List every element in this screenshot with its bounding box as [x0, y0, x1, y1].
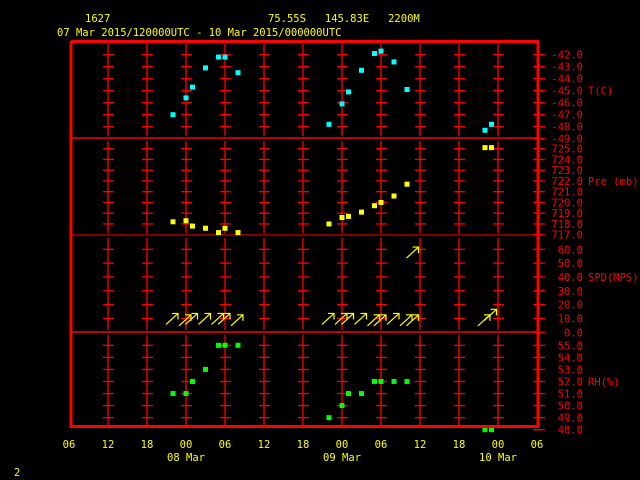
y-tick-label: 54.0: [558, 352, 583, 364]
temperature-point: [346, 89, 351, 95]
relative-humidity-point: [372, 378, 377, 384]
station-id: 1627: [85, 13, 110, 25]
y-tick-label: 55.0: [558, 340, 583, 352]
pressure-point: [482, 145, 488, 151]
temperature-point: [391, 59, 397, 65]
date-label: 08 Mar: [167, 452, 205, 464]
temperature-point: [372, 51, 377, 56]
temperature-point: [190, 84, 195, 90]
y-tick-label: 49.0: [558, 413, 583, 425]
y-tick-label: -46.0: [551, 98, 583, 110]
pressure-point: [326, 221, 332, 227]
pressure-point: [235, 230, 241, 236]
background: [0, 0, 640, 480]
relative-humidity-point: [378, 378, 384, 384]
y-tick-label: 0.0: [564, 327, 583, 339]
y-tick-label: 60.0: [558, 244, 583, 256]
temperature-point: [482, 127, 488, 133]
temperature-point: [170, 112, 176, 118]
pressure-point: [190, 223, 195, 229]
x-tick-label: 06: [219, 439, 232, 451]
relative-humidity-point: [170, 391, 176, 397]
y-tick-label: 20.0: [558, 300, 583, 312]
y-tick-label: 50.0: [558, 401, 583, 413]
relative-humidity-point: [339, 403, 345, 409]
x-tick-label: 12: [414, 439, 427, 451]
y-tick-label: -47.0: [551, 110, 583, 122]
date-label: 09 Mar: [323, 452, 361, 464]
pressure-point: [404, 181, 410, 187]
temperature-point: [359, 67, 364, 73]
relative-humidity-point: [346, 391, 351, 397]
x-tick-label: 18: [297, 439, 310, 451]
temperature-point: [203, 65, 208, 71]
y-tick-label: -42.0: [551, 50, 583, 62]
y-tick-label: 717.0: [551, 230, 583, 242]
date-label: 10 Mar: [479, 452, 517, 464]
panel-label-temperature: T(C): [588, 86, 613, 98]
pressure-point: [378, 199, 384, 205]
relative-humidity-point: [216, 342, 221, 348]
x-tick-label: 00: [492, 439, 505, 451]
relative-humidity-point: [203, 366, 208, 372]
relative-humidity-point: [235, 342, 241, 348]
y-tick-label: -44.0: [551, 74, 583, 86]
y-tick-label: 48.0: [558, 425, 583, 437]
y-tick-label: -43.0: [551, 62, 583, 74]
panel-label-pressure: Pre (mb): [588, 176, 639, 188]
x-tick-label: 12: [258, 439, 271, 451]
pressure-point: [372, 203, 377, 209]
y-tick-label: 50.0: [558, 258, 583, 270]
pressure-point: [339, 215, 345, 220]
relative-humidity-point: [326, 415, 332, 421]
y-tick-label: 30.0: [558, 286, 583, 298]
x-tick-label: 12: [102, 439, 115, 451]
y-tick-label: 10.0: [558, 313, 583, 325]
temperature-point: [489, 121, 494, 127]
page-number: 2: [14, 467, 20, 479]
y-tick-label: -45.0: [551, 86, 583, 98]
relative-humidity-point: [391, 378, 397, 384]
panel-label-wind: SPD(MPS): [588, 272, 639, 284]
pressure-point: [346, 213, 351, 219]
y-tick-label: 53.0: [558, 364, 583, 376]
temperature-point: [404, 87, 410, 92]
relative-humidity-point: [222, 342, 228, 348]
relative-humidity-point: [404, 378, 410, 384]
temperature-point: [235, 70, 241, 76]
temperature-point: [183, 95, 189, 101]
pressure-point: [216, 230, 221, 236]
pressure-point: [203, 225, 208, 231]
x-tick-label: 18: [453, 439, 466, 451]
x-tick-label: 06: [531, 439, 544, 451]
y-tick-label: 51.0: [558, 389, 583, 401]
temperature-point: [222, 54, 228, 60]
station-location: 75.55S 145.83E 2200M: [268, 13, 420, 25]
pressure-point: [489, 145, 494, 151]
pressure-point: [222, 225, 228, 231]
y-tick-label: -48.0: [551, 122, 583, 134]
x-tick-label: 18: [141, 439, 154, 451]
x-tick-label: 06: [375, 439, 388, 451]
relative-humidity-point: [359, 391, 364, 397]
relative-humidity-point: [190, 378, 195, 384]
temperature-point: [339, 101, 345, 107]
y-tick-label: 52.0: [558, 376, 583, 388]
x-tick-label: 06: [63, 439, 76, 451]
panel-label-relative-humidity: RH(%): [588, 376, 620, 388]
relative-humidity-point: [183, 391, 189, 397]
temperature-point: [216, 54, 221, 60]
meteogram: 1627 75.55S 145.83E 2200M 07 Mar 2015/12…: [0, 0, 640, 480]
y-tick-label: 40.0: [558, 272, 583, 284]
pressure-point: [183, 218, 189, 224]
pressure-point: [391, 193, 397, 199]
temperature-point: [378, 48, 384, 54]
time-period: 07 Mar 2015/120000UTC - 10 Mar 2015/0000…: [57, 27, 341, 39]
pressure-point: [359, 209, 364, 215]
temperature-point: [326, 121, 332, 127]
x-tick-label: 00: [336, 439, 349, 451]
pressure-point: [170, 219, 176, 225]
x-tick-label: 00: [180, 439, 193, 451]
